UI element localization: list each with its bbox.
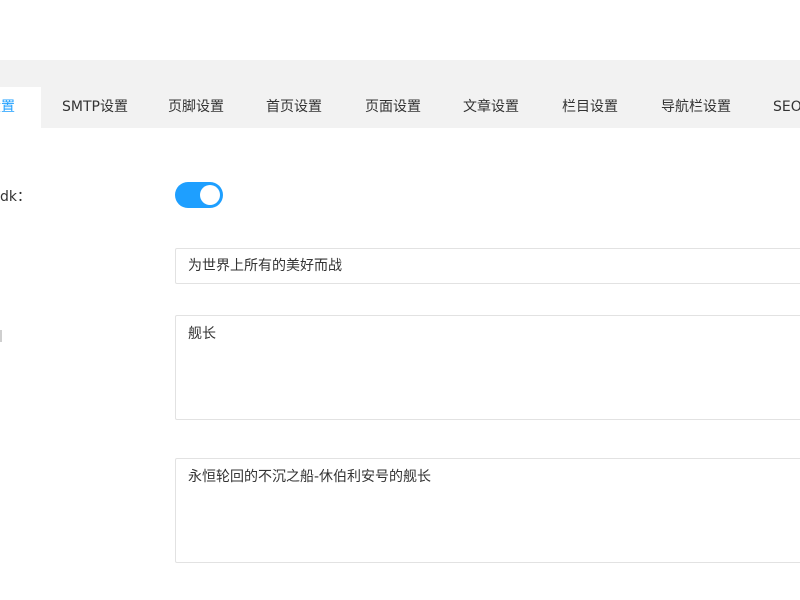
toggle-switch[interactable]: [175, 182, 223, 208]
description-textarea[interactable]: 永恒轮回的不沉之船-休伯利安号的舰长: [175, 458, 800, 563]
field-label-fragment: [0, 330, 2, 342]
tab-settings[interactable]: 设置: [0, 87, 41, 128]
tab-homepage-settings[interactable]: 首页设置: [266, 87, 322, 128]
toggle-label: dk：: [0, 189, 31, 205]
tab-page-settings[interactable]: 页面设置: [365, 87, 421, 128]
tab-column-settings[interactable]: 栏目设置: [562, 87, 618, 128]
motto-input[interactable]: [175, 248, 800, 284]
tab-footer-settings[interactable]: 页脚设置: [168, 87, 224, 128]
tab-navbar-settings[interactable]: 导航栏设置: [661, 87, 731, 128]
tab-smtp-settings[interactable]: SMTP设置: [62, 87, 128, 128]
tab-seo[interactable]: SEO: [773, 87, 800, 128]
settings-page: 设置 SMTP设置 页脚设置 首页设置 页面设置 文章设置 栏目设置 导航栏设置…: [0, 0, 800, 600]
tab-article-settings[interactable]: 文章设置: [463, 87, 519, 128]
title-textarea[interactable]: 舰长: [175, 315, 800, 420]
settings-tab-bar: 设置 SMTP设置 页脚设置 首页设置 页面设置 文章设置 栏目设置 导航栏设置…: [0, 60, 800, 128]
toggle-knob: [200, 185, 220, 205]
